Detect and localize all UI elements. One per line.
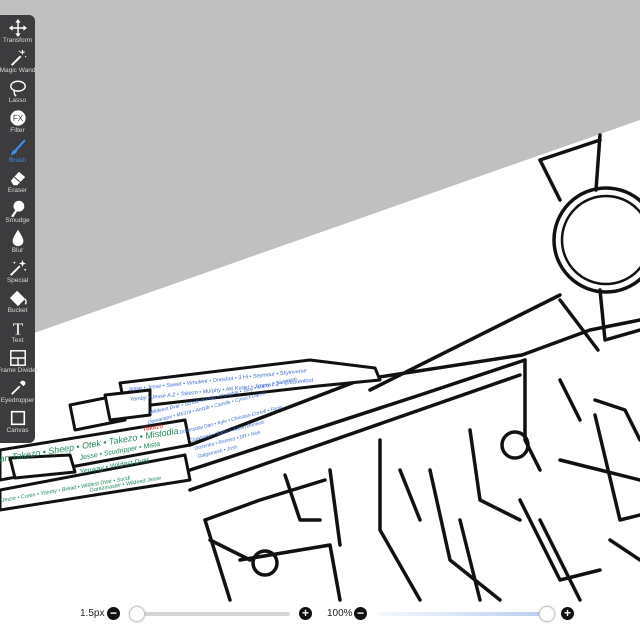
tool-frame-divider[interactable]: Frame Divider: [0, 348, 38, 378]
tool-label: Blur: [11, 247, 24, 254]
tool-label: Magic Wand: [0, 67, 36, 74]
tool-eraser[interactable]: Eraser: [0, 168, 35, 198]
sparkle-wand-icon: [8, 258, 28, 277]
tool-blur[interactable]: Blur: [0, 228, 35, 258]
tool-label: Special: [6, 277, 29, 284]
tool-label: Filter: [10, 127, 25, 134]
smudge-icon: [8, 198, 28, 217]
tool-lasso[interactable]: Lasso: [0, 78, 35, 108]
bottom-slider-bar: 1.5px − + 100% − +: [0, 602, 640, 628]
move-arrows-icon: [8, 18, 28, 37]
tool-smudge[interactable]: Smudge: [0, 198, 35, 228]
tool-transform[interactable]: Transform: [0, 18, 35, 48]
tool-label: Transform: [2, 37, 33, 44]
tool-bucket[interactable]: Bucket: [0, 288, 35, 318]
lasso-icon: [8, 78, 28, 97]
text-icon: T: [8, 318, 28, 337]
tool-label: Text: [11, 337, 24, 344]
tool-eyedropper[interactable]: Eyedropper: [0, 378, 35, 408]
tool-filter[interactable]: FX Filter: [0, 108, 35, 138]
magic-wand-icon: [8, 48, 28, 67]
tool-canvas[interactable]: Canvas: [0, 408, 35, 438]
tool-label: Lasso: [8, 97, 27, 104]
tool-palette: Transform Magic Wand Lasso FX Filter Bru…: [0, 15, 38, 443]
frame-divider-icon: [8, 348, 28, 367]
opacity-increase-button[interactable]: +: [561, 607, 574, 620]
svg-text:FX: FX: [12, 114, 23, 123]
brush-size-slider-track[interactable]: [135, 612, 290, 616]
brush-size-value: 1.5px: [80, 608, 105, 619]
opacity-slider-track[interactable]: [378, 612, 546, 616]
brush-size-increase-button[interactable]: +: [299, 607, 312, 620]
tool-label: Canvas: [6, 427, 29, 434]
brush-size-decrease-button[interactable]: −: [107, 607, 120, 620]
tool-magic-wand[interactable]: Magic Wand: [0, 48, 35, 78]
drop-icon: [8, 228, 28, 247]
canvas-icon: [8, 408, 28, 427]
bucket-icon: [8, 288, 28, 307]
tool-special[interactable]: Special: [0, 258, 35, 288]
opacity-value: 100%: [327, 608, 353, 619]
tool-label: Smudge: [5, 217, 30, 224]
brush-size-slider-knob[interactable]: [129, 606, 145, 622]
tool-label: Eyedropper: [0, 397, 35, 404]
eyedropper-icon: [8, 378, 28, 397]
brush-icon: [8, 138, 28, 157]
drawing-canvas[interactable]: Jesse • Jesse • Sweet • Vimulent • Onesh…: [0, 0, 640, 628]
tool-brush[interactable]: Brush: [0, 138, 35, 168]
opacity-decrease-button[interactable]: −: [354, 607, 367, 620]
svg-text:T: T: [12, 319, 23, 337]
eraser-icon: [8, 168, 28, 187]
tool-label: Brush: [9, 157, 26, 164]
tool-text[interactable]: T Text: [0, 318, 35, 348]
tool-label: Frame Divider: [0, 367, 38, 374]
canvas-outside-area: [0, 0, 640, 345]
tool-label: Bucket: [7, 307, 28, 314]
fx-icon: FX: [8, 108, 28, 127]
tool-label: Eraser: [7, 187, 28, 194]
opacity-slider-knob[interactable]: [539, 606, 555, 622]
